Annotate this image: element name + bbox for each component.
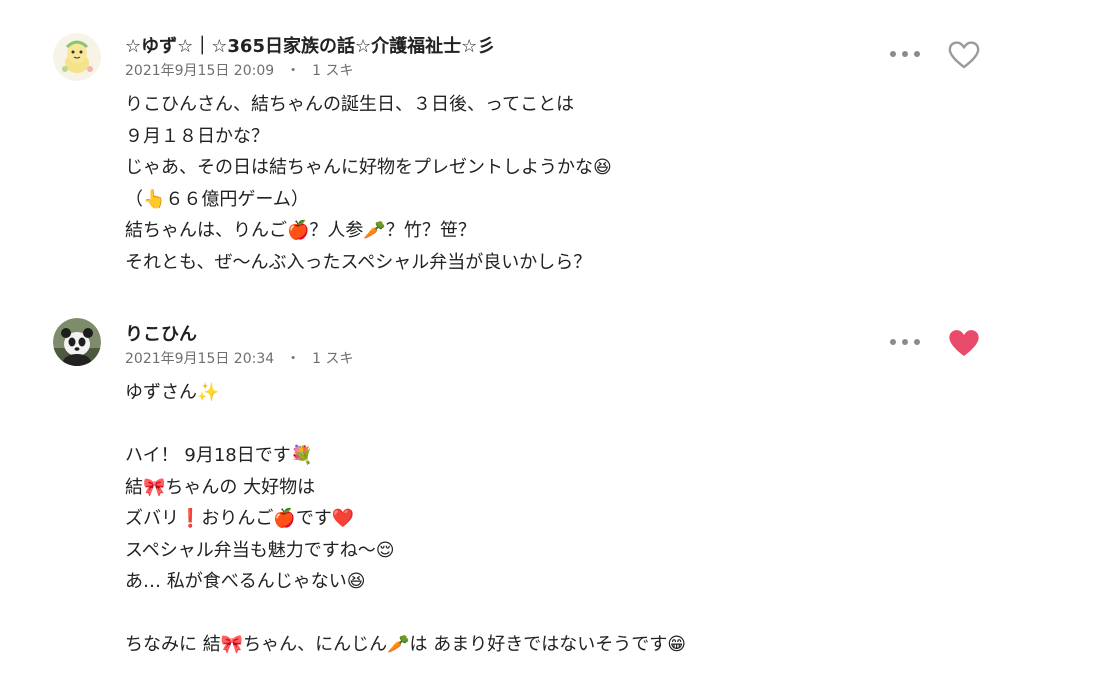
comment-body: ゆずさん✨ ハイ！ 9月18日です💐 結🎀ちゃんの 大好物は ズバリ❗おりんご🍎…	[125, 377, 686, 661]
panda-avatar	[53, 318, 101, 366]
comment-body: りこひんさん、結ちゃんの誕生日、３日後、ってことは ９月１８日かな？ じゃあ、そ…	[125, 89, 612, 278]
yellow-character-avatar	[53, 33, 101, 81]
comment-line	[125, 409, 686, 441]
comment-date: 2021年9月15日 20:34	[125, 351, 275, 367]
comment-line: ちなみに 結🎀ちゃん、にんじん🥕は あまり好きではないそうです😁	[125, 634, 687, 655]
comment-line	[125, 598, 686, 630]
comment-line: ゆずさん✨	[125, 382, 220, 403]
like-count[interactable]: 1 スキ	[312, 63, 353, 79]
comment-line: りこひんさん、結ちゃんの誕生日、３日後、ってことは	[125, 94, 575, 115]
comment-line: じゃあ、その日は結ちゃんに好物をプレゼントしようかな😆	[125, 157, 612, 178]
comment-line: 結ちゃんは、りんご🍎？人参🥕？竹？笹？	[125, 220, 476, 241]
meta-separator: ・	[286, 351, 301, 367]
avatar[interactable]	[53, 318, 101, 366]
comment-meta: 2021年9月15日 20:34 ・ 1 スキ	[125, 348, 354, 368]
more-dots-icon[interactable]	[890, 44, 920, 64]
avatar[interactable]	[53, 33, 101, 81]
comment-line: （👆６６億円ゲーム）	[125, 188, 309, 210]
comment-date: 2021年9月15日 20:09	[125, 63, 275, 79]
comment-line: それとも、ぜ〜んぶ入ったスペシャル弁当が良いかしら？	[125, 251, 592, 273]
comment-line: 結🎀ちゃんの 大好物は	[125, 476, 316, 498]
heart-outline-icon	[948, 41, 980, 69]
heart-filled-icon	[949, 330, 979, 356]
comment-meta: 2021年9月15日 20:09 ・ 1 スキ	[125, 60, 354, 80]
comment-line: ９月１８日かな？	[125, 125, 269, 147]
comment-author[interactable]: ☆ゆず☆｜☆365日家族の話☆介護福祉士☆彡	[125, 32, 495, 58]
more-dots-icon[interactable]	[890, 332, 920, 352]
comment-line: ズバリ❗おりんご🍎です❤️	[125, 508, 355, 529]
comment-line: スペシャル弁当も魅力ですね〜😌	[125, 539, 395, 561]
like-button[interactable]	[947, 328, 981, 358]
like-button[interactable]	[947, 40, 981, 70]
comment-line: ハイ！ 9月18日です💐	[125, 445, 314, 466]
meta-separator: ・	[286, 63, 301, 79]
like-count[interactable]: 1 スキ	[312, 351, 353, 367]
comment-author[interactable]: りこひん	[125, 320, 197, 346]
comment-line: あ… 私が食べるんじゃない😆	[125, 571, 366, 592]
